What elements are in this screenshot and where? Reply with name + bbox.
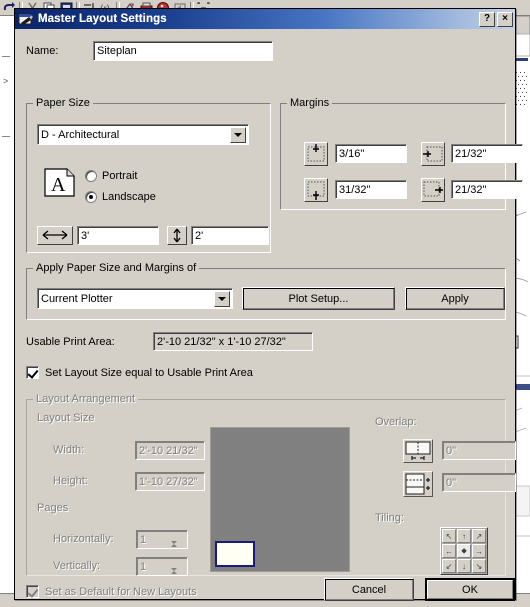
layout-preview-page: [215, 541, 255, 567]
tiling-cell-top-right: ↗: [472, 529, 486, 543]
orientation-portrait-label: Portrait: [102, 170, 138, 182]
close-button[interactable]: ×: [497, 11, 513, 27]
usable-print-area-label: Usable Print Area:: [26, 336, 115, 348]
set-layout-size-checkbox[interactable]: Set Layout Size equal to Usable Print Ar…: [26, 366, 253, 379]
paper-size-legend: Paper Size: [36, 97, 90, 109]
page-orientation-icon: A: [44, 168, 76, 201]
chevron-down-icon[interactable]: [214, 291, 230, 307]
margin-left-icon: [421, 142, 445, 166]
chevron-down-icon[interactable]: [230, 127, 246, 143]
paper-size-combo[interactable]: D - Architectural: [37, 124, 249, 145]
set-as-default-checkbox: Set as Default for New Layouts: [26, 585, 197, 598]
overlap-vertical-icon: [403, 471, 433, 497]
checkbox-box-set-layout-size: [26, 366, 39, 379]
margin-bottom-icon: [304, 178, 328, 202]
layout-width-input: 2'-10 21/32": [135, 441, 205, 460]
overlap-label: Overlap:: [375, 416, 417, 428]
stepper-down-icon: [171, 541, 186, 548]
master-layout-settings-dialog: Master Layout Settings ? × Name: Sitepla…: [14, 8, 523, 601]
tiling-cell-top-center: ↑: [457, 529, 471, 543]
pages-vertically-stepper: 1: [136, 557, 188, 576]
usable-print-area-value: 2'-10 21/32" x 1'-10 27/32": [153, 332, 313, 351]
orientation-landscape-label: Landscape: [102, 191, 156, 203]
margin-bottom-input[interactable]: 31/32": [335, 180, 407, 199]
apply-paper-size-legend: Apply Paper Size and Margins of: [36, 262, 197, 274]
margin-right-icon: [421, 178, 445, 202]
pages-horizontally-label: Horizontally:: [53, 533, 114, 545]
help-button[interactable]: ?: [479, 11, 495, 27]
cancel-button[interactable]: Cancel: [324, 578, 414, 601]
layout-width-label: Width:: [53, 444, 85, 456]
pages-horizontally-stepper: 1: [136, 530, 188, 549]
orientation-portrait-radio[interactable]: Portrait: [85, 170, 137, 182]
layout-preview-sheet: [210, 427, 350, 572]
set-as-default-label: Set as Default for New Layouts: [45, 585, 197, 598]
tiling-anchor-grid-icon: ↖ ↑ ↗ ← ⬥ → ↙ ↓ ↘: [440, 527, 488, 575]
margin-left-input[interactable]: 21/32": [451, 144, 523, 163]
tiling-cell-top-left: ↖: [442, 529, 456, 543]
pages-horizontally-value: 1: [140, 533, 147, 546]
set-layout-size-label: Set Layout Size equal to Usable Print Ar…: [45, 366, 253, 379]
plot-setup-button[interactable]: Plot Setup...: [242, 287, 395, 310]
radio-dot-portrait: [85, 170, 97, 182]
apply-source-combo[interactable]: Current Plotter: [37, 288, 233, 309]
margin-right-input[interactable]: 21/32": [451, 180, 523, 199]
margins-legend: Margins: [290, 97, 330, 109]
overlap-horizontal-icon: [403, 439, 433, 463]
vertical-arrow-icon: [167, 226, 187, 245]
apply-source-value: Current Plotter: [41, 292, 113, 305]
svg-text:A: A: [51, 174, 66, 196]
tiling-cell-bottom-center: ↓: [457, 559, 471, 573]
paper-height-input[interactable]: 2': [191, 226, 269, 245]
background-left-edge: >: [0, 16, 12, 607]
pages-vertically-label: Vertically:: [53, 560, 101, 572]
apply-button[interactable]: Apply: [405, 287, 505, 310]
layout-size-label: Layout Size: [37, 412, 95, 424]
layout-arrangement-legend: Layout Arrangement: [36, 393, 136, 405]
margin-top-input[interactable]: 3/16": [335, 144, 407, 163]
dialog-title-bar[interactable]: Master Layout Settings ? ×: [15, 9, 515, 29]
tiling-label: Tiling:: [375, 512, 404, 524]
checkbox-box-set-as-default: [26, 585, 39, 598]
orientation-landscape-radio[interactable]: Landscape: [85, 191, 156, 203]
layout-settings-icon: [18, 12, 34, 27]
overlap-vertical-input: 0": [442, 473, 516, 492]
stepper-arrows-vertically: [171, 559, 186, 575]
horizontal-arrow-icon: [37, 226, 73, 245]
name-input[interactable]: Siteplan: [93, 41, 273, 61]
stepper-down-icon: [171, 568, 186, 575]
dialog-title: Master Layout Settings: [38, 13, 167, 25]
ok-button-label: OK: [427, 580, 513, 599]
paper-size-value: D - Architectural: [41, 128, 120, 141]
radio-dot-landscape: [85, 191, 97, 203]
tiling-cell-bottom-left: ↙: [442, 559, 456, 573]
name-label: Name:: [26, 45, 59, 57]
overlap-horizontal-input: 0": [442, 441, 516, 460]
tiling-cell-bottom-right: ↘: [472, 559, 486, 573]
tiling-cell-center: ⬥: [457, 544, 471, 558]
ok-button[interactable]: OK: [425, 578, 515, 601]
stepper-arrows-horizontally: [171, 532, 186, 548]
pages-label: Pages: [37, 502, 69, 514]
layout-height-label: Height:: [53, 475, 88, 487]
tiling-cell-middle-left: ←: [442, 544, 456, 558]
margin-top-icon: [304, 142, 328, 166]
tiling-cell-middle-right: →: [472, 544, 486, 558]
paper-width-input[interactable]: 3': [77, 226, 159, 245]
dialog-body: Name: Siteplan Paper Size D - Architectu…: [15, 29, 523, 601]
pages-vertically-value: 1: [140, 560, 147, 573]
layout-height-input: 1'-10 27/32": [135, 472, 205, 491]
